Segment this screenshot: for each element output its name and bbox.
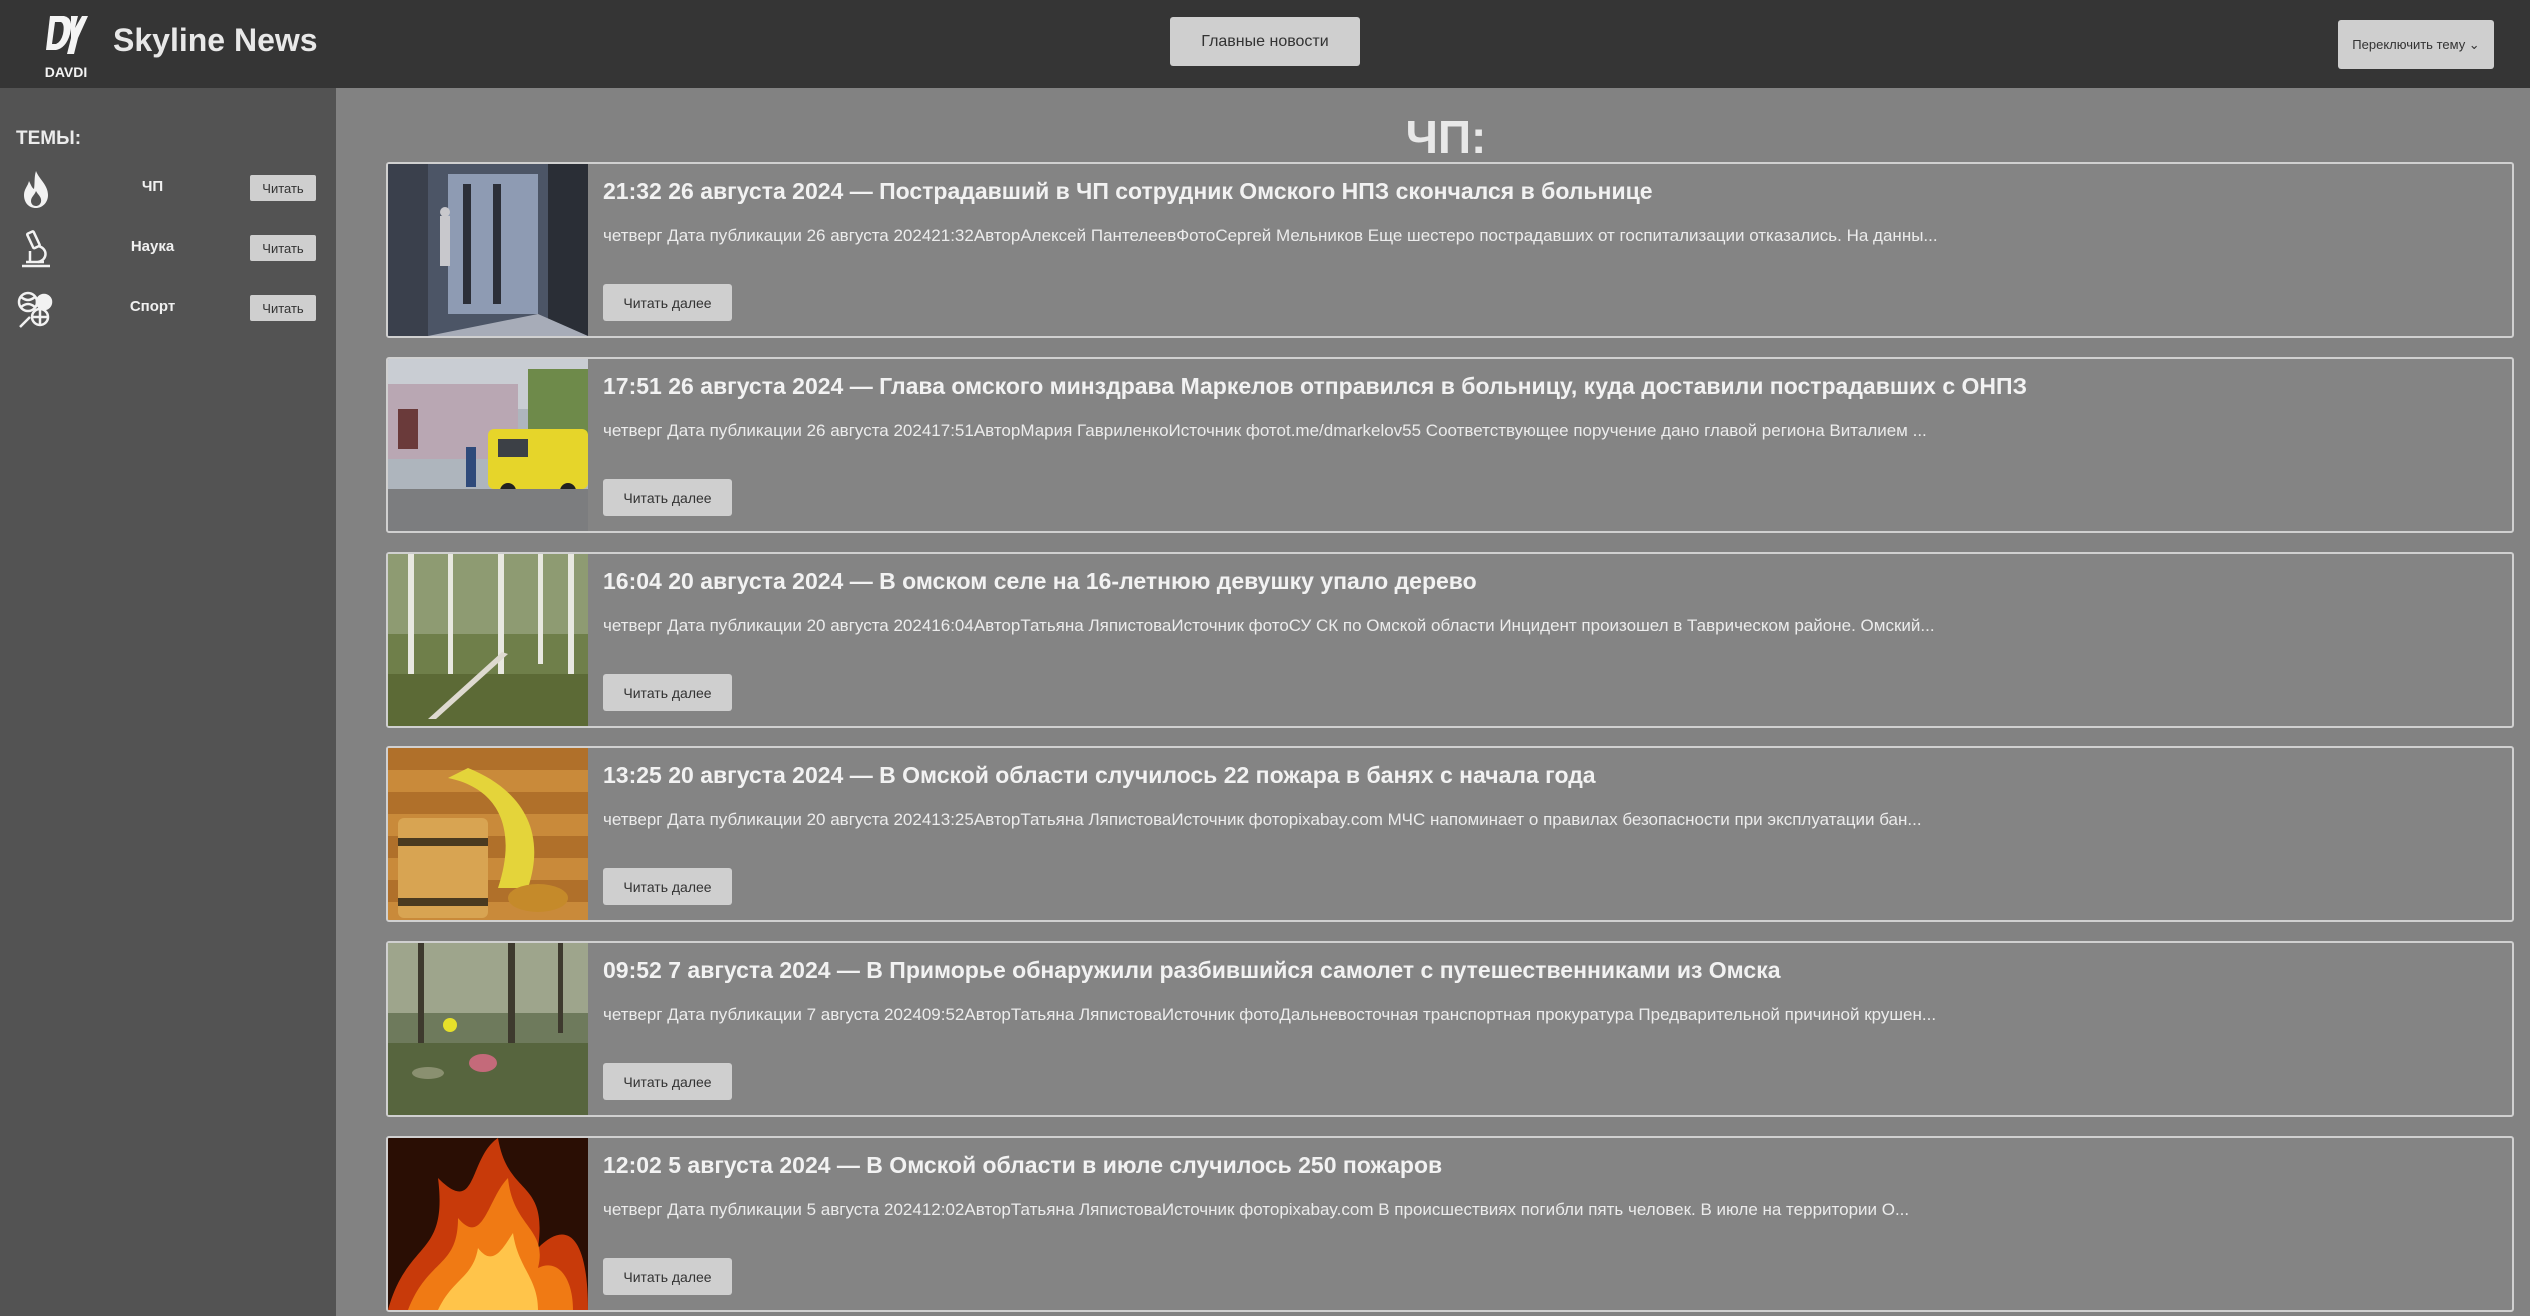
- sidebar-item-label: Спорт: [129, 298, 176, 315]
- sidebar-item-label: ЧП: [141, 178, 164, 195]
- article-image[interactable]: [388, 748, 588, 920]
- article-title[interactable]: 21:32 26 августа 2024 — Пострадавший в Ч…: [603, 178, 1653, 205]
- sidebar-item-sport[interactable]: Спорт Читать: [0, 283, 336, 333]
- article-title[interactable]: 12:02 5 августа 2024 — В Омской области …: [603, 1152, 1442, 1179]
- read-more-button[interactable]: Читать далее: [603, 674, 732, 711]
- article-description: четверг Дата публикации 26 августа 20242…: [603, 226, 1938, 245]
- article-title[interactable]: 09:52 7 августа 2024 — В Приморье обнару…: [603, 957, 1781, 984]
- read-more-button[interactable]: Читать далее: [603, 284, 732, 321]
- top-header: DAVDI Skyline News Главные новости Перек…: [0, 0, 2530, 88]
- article-title[interactable]: 13:25 20 августа 2024 — В Омской области…: [603, 762, 1596, 789]
- brand-title[interactable]: Skyline News: [113, 22, 318, 59]
- read-more-button[interactable]: Читать далее: [603, 1258, 732, 1295]
- news-card[interactable]: 21:32 26 августа 2024 — Пострадавший в Ч…: [386, 162, 2514, 338]
- davdi-logo[interactable]: DAVDI: [44, 14, 88, 82]
- read-topic-button[interactable]: Читать: [250, 235, 316, 261]
- sports-balls-icon: [17, 291, 53, 328]
- article-description: четверг Дата публикации 20 августа 20241…: [603, 810, 1922, 829]
- sidebar-item-nauka[interactable]: Наука Читать: [0, 223, 336, 273]
- sidebar: ТЕМЫ: ЧП Читать Наука Читать Спорт Читат…: [0, 88, 336, 1316]
- sidebar-item-chp[interactable]: ЧП Читать: [0, 163, 336, 213]
- read-more-button[interactable]: Читать далее: [603, 868, 732, 905]
- read-topic-button[interactable]: Читать: [250, 295, 316, 321]
- fire-icon: [24, 171, 48, 208]
- news-card[interactable]: 09:52 7 августа 2024 — В Приморье обнару…: [386, 941, 2514, 1117]
- microscope-icon: [22, 230, 50, 268]
- sidebar-item-label: Наука: [130, 238, 175, 255]
- sidebar-title: ТЕМЫ:: [16, 128, 82, 149]
- news-card[interactable]: 13:25 20 августа 2024 — В Омской области…: [386, 746, 2514, 922]
- news-card[interactable]: 17:51 26 августа 2024 — Глава омского ми…: [386, 357, 2514, 533]
- article-description: четверг Дата публикации 7 августа 202409…: [603, 1005, 1937, 1024]
- read-more-button[interactable]: Читать далее: [603, 1063, 732, 1100]
- read-topic-button[interactable]: Читать: [250, 175, 316, 201]
- article-image[interactable]: [388, 943, 588, 1115]
- article-image[interactable]: [388, 164, 588, 336]
- main-news-button[interactable]: Главные новости: [1170, 17, 1360, 66]
- read-more-button[interactable]: Читать далее: [603, 479, 732, 516]
- article-image[interactable]: [388, 359, 588, 531]
- page-title: ЧП:: [1405, 111, 1487, 163]
- svg-text:DAVDI: DAVDI: [45, 64, 88, 80]
- article-title[interactable]: 17:51 26 августа 2024 — Глава омского ми…: [603, 373, 2027, 400]
- theme-switch-button[interactable]: Переключить тему ⌄: [2338, 20, 2494, 69]
- article-image[interactable]: [388, 554, 588, 726]
- news-card[interactable]: 16:04 20 августа 2024 — В омском селе на…: [386, 552, 2514, 728]
- article-description: четверг Дата публикации 26 августа 20241…: [603, 421, 1927, 440]
- article-description: четверг Дата публикации 20 августа 20241…: [603, 616, 1935, 635]
- article-title[interactable]: 16:04 20 августа 2024 — В омском селе на…: [603, 568, 1477, 595]
- article-description: четверг Дата публикации 5 августа 202412…: [603, 1200, 1910, 1219]
- main-content: ЧП: 21:32 26 августа 2024 — Пострадавший…: [336, 88, 2530, 1316]
- article-image[interactable]: [388, 1138, 588, 1310]
- news-card[interactable]: 12:02 5 августа 2024 — В Омской области …: [386, 1136, 2514, 1312]
